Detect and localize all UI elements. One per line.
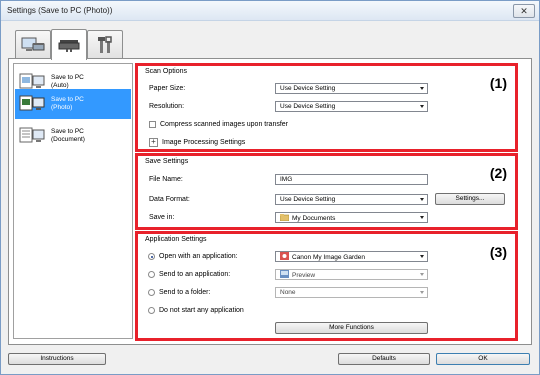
paper-size-label: Paper Size: bbox=[149, 85, 186, 92]
resolution-label: Resolution: bbox=[149, 103, 185, 110]
title-bar: Settings (Save to PC (Photo)) ✕ bbox=[1, 1, 539, 21]
resolution-select[interactable]: Use Device Setting bbox=[275, 101, 428, 112]
data-format-label: Data Format: bbox=[149, 196, 190, 203]
do-not-start-app-label: Do not start any application bbox=[159, 307, 244, 314]
application-settings-group: Application Settings (3) Open with an ap… bbox=[135, 231, 518, 341]
chevron-down-icon bbox=[420, 291, 424, 294]
chevron-down-icon bbox=[420, 87, 424, 90]
scanner-icon bbox=[58, 40, 80, 52]
tab-scan-from-panel[interactable] bbox=[51, 29, 87, 60]
close-button[interactable]: ✕ bbox=[513, 4, 535, 18]
list-item-label: Save to PC (Photo) bbox=[51, 96, 84, 111]
window-title: Settings (Save to PC (Photo)) bbox=[7, 6, 113, 15]
tools-icon bbox=[98, 36, 112, 53]
document-scan-icon bbox=[19, 127, 45, 143]
image-processing-label: Image Processing Settings bbox=[162, 139, 246, 146]
open-with-app-select[interactable]: Canon My Image Garden bbox=[275, 251, 428, 262]
list-item-label: Save to PC (Document) bbox=[51, 128, 85, 143]
file-name-label: File Name: bbox=[149, 176, 183, 183]
callout-number-1: (1) bbox=[489, 75, 507, 91]
callout-number-3: (3) bbox=[489, 244, 507, 260]
send-to-folder-label: Send to a folder: bbox=[159, 289, 211, 296]
compress-checkbox[interactable] bbox=[149, 121, 156, 128]
send-to-folder-radio[interactable] bbox=[148, 289, 155, 296]
tab-general-settings[interactable] bbox=[87, 30, 123, 59]
chevron-down-icon bbox=[420, 198, 424, 201]
image-garden-icon bbox=[280, 252, 289, 260]
scanner-monitor-icon bbox=[21, 37, 45, 51]
tab-scan-from-computer[interactable] bbox=[15, 30, 51, 59]
save-settings-title: Save Settings bbox=[145, 158, 189, 165]
settings-button[interactable]: Settings... bbox=[435, 193, 505, 205]
send-to-folder-select[interactable]: None bbox=[275, 287, 428, 298]
more-functions-button[interactable]: More Functions bbox=[275, 322, 428, 334]
folder-icon bbox=[280, 214, 289, 221]
list-item-save-to-pc-document[interactable]: Save to PC (Document) bbox=[15, 121, 131, 151]
save-in-label: Save in: bbox=[149, 214, 175, 221]
paper-size-select[interactable]: Use Device Setting bbox=[275, 83, 428, 94]
data-format-select[interactable]: Use Device Setting bbox=[275, 194, 428, 205]
settings-window: Settings (Save to PC (Photo)) ✕ Save to … bbox=[0, 0, 540, 375]
list-item-label: Save to PC (Auto) bbox=[51, 74, 84, 89]
instructions-button[interactable]: Instructions bbox=[8, 353, 106, 365]
do-not-start-app-radio[interactable] bbox=[148, 307, 155, 314]
resize-grip-area bbox=[1, 368, 539, 374]
photo-scan-icon bbox=[19, 95, 45, 111]
file-name-input[interactable]: IMG bbox=[275, 174, 428, 185]
ok-button[interactable]: OK bbox=[436, 353, 530, 365]
chevron-down-icon bbox=[420, 216, 424, 219]
save-in-select[interactable]: My Documents bbox=[275, 212, 428, 223]
send-to-app-label: Send to an application: bbox=[159, 271, 231, 278]
callout-number-2: (2) bbox=[489, 165, 507, 181]
preview-icon bbox=[280, 270, 289, 278]
send-to-app-radio[interactable] bbox=[148, 271, 155, 278]
scan-options-title: Scan Options bbox=[145, 68, 188, 75]
scan-type-list: Save to PC (Auto) Save to PC (Photo) Sav… bbox=[13, 63, 133, 339]
defaults-button[interactable]: Defaults bbox=[338, 353, 430, 365]
open-with-app-label: Open with an application: bbox=[159, 253, 238, 260]
chevron-down-icon bbox=[420, 105, 424, 108]
open-with-app-radio[interactable] bbox=[148, 253, 155, 260]
chevron-down-icon bbox=[420, 255, 424, 258]
send-to-app-select[interactable]: Preview bbox=[275, 269, 428, 280]
application-settings-title: Application Settings bbox=[145, 236, 207, 243]
compress-label: Compress scanned images upon transfer bbox=[160, 121, 289, 128]
scan-options-group: Scan Options (1) Paper Size: Use Device … bbox=[135, 63, 518, 152]
list-item-save-to-pc-photo[interactable]: Save to PC (Photo) bbox=[15, 89, 131, 119]
chevron-down-icon bbox=[420, 273, 424, 276]
save-settings-group: Save Settings (2) File Name: IMG Data Fo… bbox=[135, 153, 518, 230]
image-processing-expander[interactable]: + bbox=[149, 138, 158, 147]
